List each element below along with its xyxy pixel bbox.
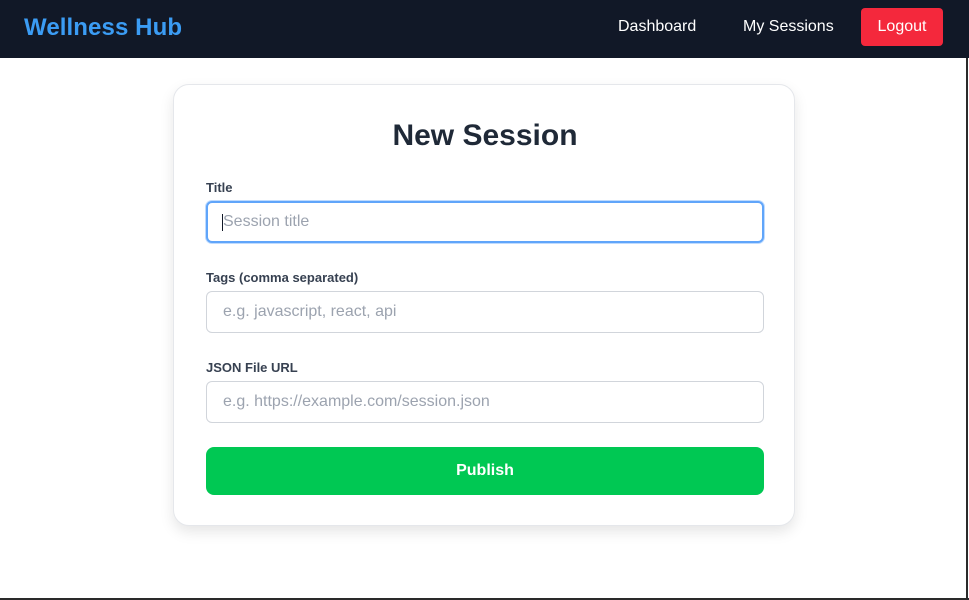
nav-link-dashboard[interactable]: Dashboard — [618, 18, 696, 36]
title-field-label: Title — [206, 180, 233, 195]
text-caret — [222, 214, 223, 231]
json-url-input[interactable] — [206, 381, 764, 423]
tags-field-label: Tags (comma separated) — [206, 270, 359, 285]
nav-link-my-sessions[interactable]: My Sessions — [743, 18, 834, 36]
brand-logo[interactable]: Wellness Hub — [24, 14, 182, 42]
publish-button[interactable]: Publish — [206, 447, 764, 495]
logout-button[interactable]: Logout — [861, 8, 943, 46]
top-navbar: Wellness Hub Dashboard My Sessions Logou… — [0, 0, 969, 58]
scrollbar[interactable] — [966, 58, 968, 600]
json-url-field-label: JSON File URL — [206, 360, 298, 375]
tags-input[interactable] — [206, 291, 764, 333]
page-title: New Session — [392, 119, 578, 152]
new-session-card: New Session Title Tags (comma separated)… — [173, 84, 795, 526]
title-input[interactable] — [206, 201, 764, 243]
